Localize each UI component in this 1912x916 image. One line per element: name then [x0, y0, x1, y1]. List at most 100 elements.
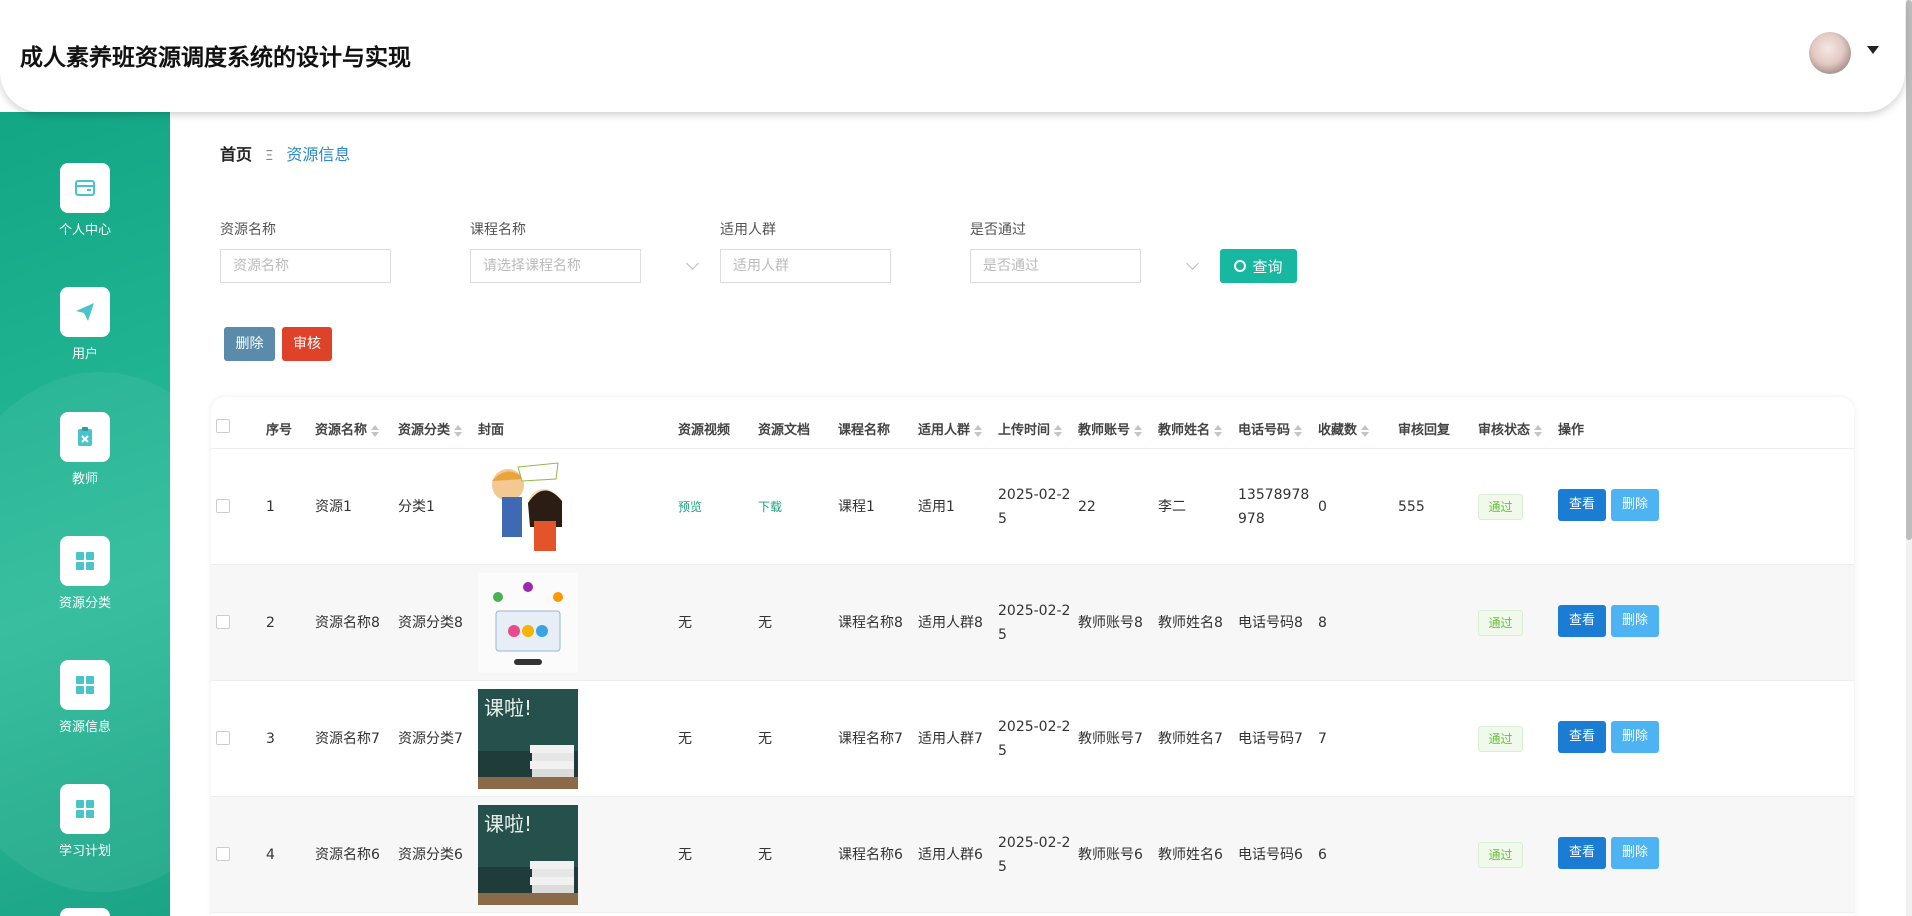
select-all-checkbox[interactable]: [216, 419, 230, 433]
cell-upload-time: 2025-02-25: [998, 603, 1071, 643]
bulk-delete-button[interactable]: 删除: [224, 327, 275, 361]
table-row: 4 资源名称6 资源分类6 课啦! 无 无 课程名称6 适用人群6 2025-0…: [211, 797, 1854, 913]
sidebar-item-resource-info[interactable]: 资源信息: [0, 660, 170, 735]
cell-doc: 无: [758, 615, 772, 631]
grid-icon: [60, 784, 110, 834]
delete-button[interactable]: 删除: [1611, 837, 1659, 869]
sidebar-item-resource-category[interactable]: 资源分类: [0, 536, 170, 611]
cell-name: 资源1: [315, 499, 352, 515]
cell-index: 2: [266, 615, 275, 631]
row-checkbox[interactable]: [216, 847, 230, 861]
sidebar: 个人中心 用户 教师 资源分类 资源信息 学习计划: [0, 112, 170, 916]
sidebar-item-label: 用户: [71, 347, 98, 362]
cell-name: 资源名称6: [315, 847, 380, 863]
sidebar-item-study-plan[interactable]: 学习计划: [0, 784, 170, 859]
col-name[interactable]: 资源名称: [315, 419, 380, 438]
status-badge: 通过: [1478, 610, 1523, 636]
grid-icon: [60, 660, 110, 710]
cell-category: 资源分类6: [398, 847, 463, 863]
user-avatar[interactable]: [1809, 32, 1851, 74]
col-category[interactable]: 资源分类: [398, 419, 463, 438]
cell-category: 资源分类8: [398, 615, 463, 631]
table-row: 3 资源名称7 资源分类7 课啦! 无 无 课程名称7 适用人群7 2025-0…: [211, 681, 1854, 797]
resource-name-input[interactable]: 资源名称: [220, 249, 391, 283]
row-checkbox[interactable]: [216, 731, 230, 745]
grid-icon: [60, 908, 110, 916]
cell-video: 无: [678, 731, 692, 747]
course-name-select[interactable]: 请选择课程名称: [470, 249, 641, 283]
sidebar-item-teachers[interactable]: 教师: [0, 412, 170, 487]
audit-button[interactable]: 审核: [282, 327, 332, 361]
col-cover: 封面: [478, 423, 505, 438]
view-button[interactable]: 查看: [1558, 837, 1606, 869]
status-badge: 通过: [1478, 842, 1523, 868]
sidebar-item-label: 个人中心: [58, 223, 111, 238]
sidebar-item-label: 资源分类: [58, 596, 111, 611]
col-video: 资源视频: [678, 423, 731, 438]
delete-button[interactable]: 删除: [1611, 605, 1659, 637]
status-badge: 通过: [1478, 494, 1523, 520]
col-teacher-name[interactable]: 教师姓名: [1158, 419, 1223, 438]
view-button[interactable]: 查看: [1558, 489, 1606, 521]
cell-course: 课程名称6: [838, 847, 903, 863]
query-button-label: 查询: [1252, 257, 1283, 276]
cell-teacher-account: 教师账号7: [1078, 731, 1143, 747]
row-checkbox[interactable]: [216, 615, 230, 629]
clipboard-icon: [60, 412, 110, 462]
row-checkbox[interactable]: [216, 499, 230, 513]
sidebar-item-label: 资源信息: [58, 720, 111, 735]
download-link[interactable]: 下载: [758, 495, 782, 519]
col-upload-time[interactable]: 上传时间: [998, 419, 1063, 438]
cell-audience: 适用1: [918, 499, 955, 515]
sidebar-item-label: 教师: [71, 472, 98, 487]
chevron-down-icon[interactable]: [1186, 257, 1199, 270]
paper-plane-icon: [60, 287, 110, 337]
col-operation: 操作: [1558, 423, 1585, 438]
cell-favorites: 6: [1318, 847, 1327, 863]
breadcrumb-home[interactable]: 首页: [220, 145, 252, 164]
delete-button[interactable]: 删除: [1611, 721, 1659, 753]
cell-upload-time: 2025-02-25: [998, 719, 1071, 759]
table-row: 2 资源名称8 资源分类8 无 无 课程名称8 适用人群8 2025-02-25…: [211, 565, 1854, 681]
col-phone[interactable]: 电话号码: [1238, 419, 1303, 438]
sort-icon: [1534, 424, 1543, 437]
cell-index: 4: [266, 847, 275, 863]
top-header: 成人素养班资源调度系统的设计与实现: [0, 0, 1905, 112]
sidebar-item-profile[interactable]: 个人中心: [0, 163, 170, 238]
cell-audience: 适用人群8: [918, 615, 983, 631]
cell-upload-time: 2025-02-25: [998, 835, 1071, 875]
col-favorites[interactable]: 收藏数: [1318, 419, 1370, 438]
chevron-down-icon[interactable]: [686, 257, 699, 270]
cell-index: 3: [266, 731, 275, 747]
col-teacher-account[interactable]: 教师账号: [1078, 419, 1143, 438]
cell-name: 资源名称8: [315, 615, 380, 631]
audience-input[interactable]: 适用人群: [720, 249, 891, 283]
col-review-status[interactable]: 审核状态: [1478, 419, 1543, 438]
svg-text:课啦!: 课啦!: [484, 812, 532, 836]
delete-button[interactable]: 删除: [1611, 489, 1659, 521]
passed-select[interactable]: 是否通过: [970, 249, 1141, 283]
view-button[interactable]: 查看: [1558, 721, 1606, 753]
preview-link[interactable]: 预览: [678, 495, 702, 519]
chevron-down-icon[interactable]: [1867, 46, 1879, 54]
sort-icon: [974, 424, 983, 437]
sidebar-item-users[interactable]: 用户: [0, 287, 170, 362]
cell-favorites: 0: [1318, 499, 1327, 515]
sidebar-item-more[interactable]: [0, 908, 170, 916]
sort-icon: [371, 424, 380, 437]
cover-image: [478, 457, 578, 557]
query-button[interactable]: 查询: [1220, 249, 1297, 283]
cell-teacher-account: 22: [1078, 499, 1096, 515]
view-button[interactable]: 查看: [1558, 605, 1606, 637]
col-index: 序号: [266, 423, 293, 438]
cell-phone: 电话号码6: [1238, 847, 1303, 863]
cell-audience: 适用人群6: [918, 847, 983, 863]
breadcrumb-current: 资源信息: [286, 145, 351, 164]
cell-teacher-account: 教师账号8: [1078, 615, 1143, 631]
cell-phone: 13578978978: [1238, 487, 1310, 527]
cell-favorites: 7: [1318, 731, 1327, 747]
cell-phone: 电话号码7: [1238, 731, 1303, 747]
cell-audience: 适用人群7: [918, 731, 983, 747]
col-audience[interactable]: 适用人群: [918, 419, 983, 438]
scrollbar-thumb[interactable]: [1906, 0, 1912, 540]
